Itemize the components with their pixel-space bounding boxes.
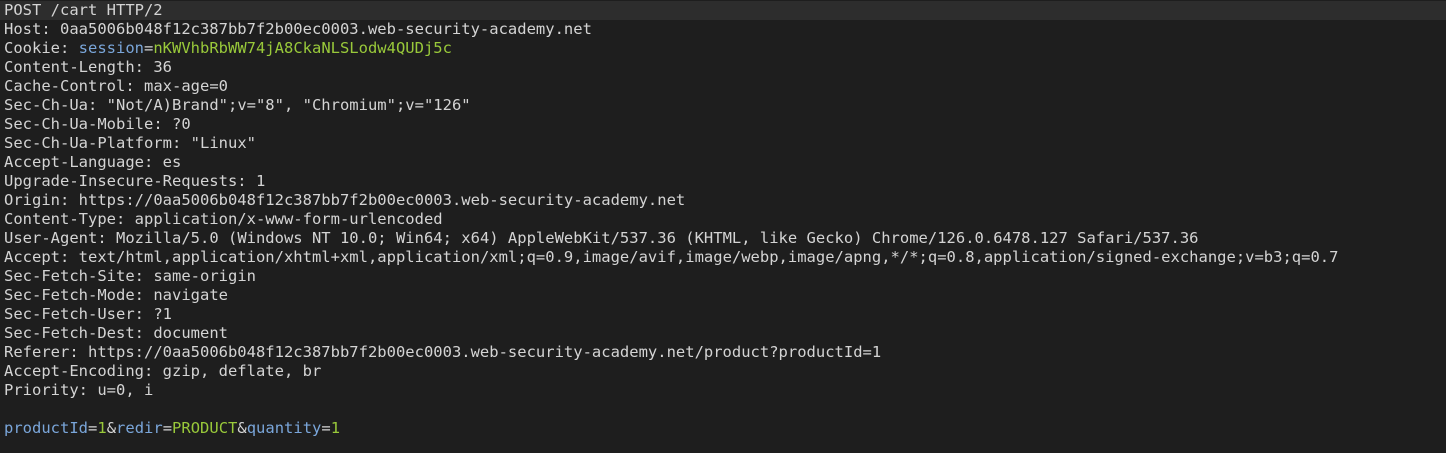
header-name: Sec-Fetch-Dest	[4, 324, 135, 342]
header-line-accept-language[interactable]: Accept-Language: es	[0, 153, 1446, 172]
header-name: User-Agent	[4, 229, 98, 247]
header-line-sec-fetch-dest[interactable]: Sec-Fetch-Dest: document	[0, 324, 1446, 343]
header-line-accept[interactable]: Accept: text/html,application/xhtml+xml,…	[0, 248, 1446, 267]
header-line-content-type[interactable]: Content-Type: application/x-www-form-url…	[0, 210, 1446, 229]
cookie-param-name: session	[78, 39, 144, 57]
header-value: "Not/A)Brand";v="8", "Chromium";v="126"	[106, 96, 471, 114]
header-name: Priority	[4, 381, 79, 399]
header-name: Sec-Fetch-Site	[4, 267, 135, 285]
header-name: Cookie	[4, 39, 60, 57]
blank-line[interactable]	[0, 400, 1446, 419]
header-name: Upgrade-Insecure-Requests	[4, 172, 238, 190]
header-name: Host	[4, 20, 42, 38]
header-value: navigate	[153, 286, 228, 304]
header-name: Accept-Encoding	[4, 362, 144, 380]
header-line-host[interactable]: Host: 0aa5006b048f12c387bb7f2b00ec0003.w…	[0, 20, 1446, 39]
body-param-name: productId	[4, 419, 88, 437]
header-name: Referer	[4, 343, 70, 361]
header-line-content-length[interactable]: Content-Length: 36	[0, 58, 1446, 77]
header-name: Content-Type	[4, 210, 116, 228]
header-value: ?0	[171, 115, 191, 133]
header-line-referer[interactable]: Referer: https://0aa5006b048f12c387bb7f2…	[0, 343, 1446, 362]
header-value: 0aa5006b048f12c387bb7f2b00ec0003.web-sec…	[60, 20, 592, 38]
header-value: https://0aa5006b048f12c387bb7f2b00ec0003…	[78, 191, 686, 209]
header-line-upgrade-insecure-requests[interactable]: Upgrade-Insecure-Requests: 1	[0, 172, 1446, 191]
header-value: u=0, i	[97, 381, 154, 399]
header-value: document	[153, 324, 228, 342]
header-name: Sec-Fetch-Mode	[4, 286, 135, 304]
body-param-name: quantity	[246, 419, 322, 437]
body-param-name: redir	[116, 419, 163, 437]
cookie-param-value: nKWVhbRbWW74jA8CkaNLSLodw4QUDj5c	[153, 39, 452, 57]
header-line-user-agent[interactable]: User-Agent: Mozilla/5.0 (Windows NT 10.0…	[0, 229, 1446, 248]
header-line-sec-fetch-site[interactable]: Sec-Fetch-Site: same-origin	[0, 267, 1446, 286]
header-value: https://0aa5006b048f12c387bb7f2b00ec0003…	[88, 343, 882, 361]
body-param-value: 1	[97, 419, 107, 437]
header-value: max-age=0	[144, 77, 228, 95]
header-name: Origin	[4, 191, 60, 209]
http-request-editor[interactable]: POST /cart HTTP/2 Host: 0aa5006b048f12c3…	[0, 0, 1446, 453]
header-name: Content-Length	[4, 58, 135, 76]
header-value: 36	[153, 58, 172, 76]
header-line-cookie[interactable]: Cookie: session=nKWVhbRbWW74jA8CkaNLSLod…	[0, 39, 1446, 58]
header-value: application/x-www-form-urlencoded	[134, 210, 443, 228]
header-line-accept-encoding[interactable]: Accept-Encoding: gzip, deflate, br	[0, 362, 1446, 381]
header-value: same-origin	[153, 267, 256, 285]
request-line-text: POST /cart HTTP/2	[4, 1, 163, 19]
request-line[interactable]: POST /cart HTTP/2	[0, 1, 1446, 20]
header-name: Sec-Ch-Ua	[4, 96, 88, 114]
body-param-value: 1	[330, 419, 341, 437]
header-value: ?1	[153, 305, 172, 323]
header-name: Sec-Ch-Ua-Platform	[4, 134, 172, 152]
header-line-sec-ch-ua-platform[interactable]: Sec-Ch-Ua-Platform: "Linux"	[0, 134, 1446, 153]
header-line-sec-fetch-mode[interactable]: Sec-Fetch-Mode: navigate	[0, 286, 1446, 305]
header-value: 1	[255, 172, 266, 190]
header-name: Accept-Language	[4, 153, 144, 171]
header-value: es	[162, 153, 182, 171]
header-value: gzip, deflate, br	[162, 362, 322, 380]
header-line-priority[interactable]: Priority: u=0, i	[0, 381, 1446, 400]
header-line-sec-fetch-user[interactable]: Sec-Fetch-User: ?1	[0, 305, 1446, 324]
header-name: Cache-Control	[4, 77, 126, 95]
header-value: Mozilla/5.0 (Windows NT 10.0; Win64; x64…	[116, 229, 1199, 247]
header-line-sec-ch-ua-mobile[interactable]: Sec-Ch-Ua-Mobile: ?0	[0, 115, 1446, 134]
header-line-cache-control[interactable]: Cache-Control: max-age=0	[0, 77, 1446, 96]
header-name: Accept	[4, 248, 60, 266]
header-name: Sec-Fetch-User	[4, 305, 135, 323]
header-name: Sec-Ch-Ua-Mobile	[4, 115, 154, 133]
header-value: text/html,application/xhtml+xml,applicat…	[78, 248, 1339, 266]
header-line-sec-ch-ua[interactable]: Sec-Ch-Ua: "Not/A)Brand";v="8", "Chromiu…	[0, 96, 1446, 115]
header-line-origin[interactable]: Origin: https://0aa5006b048f12c387bb7f2b…	[0, 191, 1446, 210]
header-value: "Linux"	[190, 134, 256, 152]
body-param-value: PRODUCT	[172, 419, 238, 437]
request-body[interactable]: productId=1&redir=PRODUCT&quantity=1	[0, 419, 1446, 438]
